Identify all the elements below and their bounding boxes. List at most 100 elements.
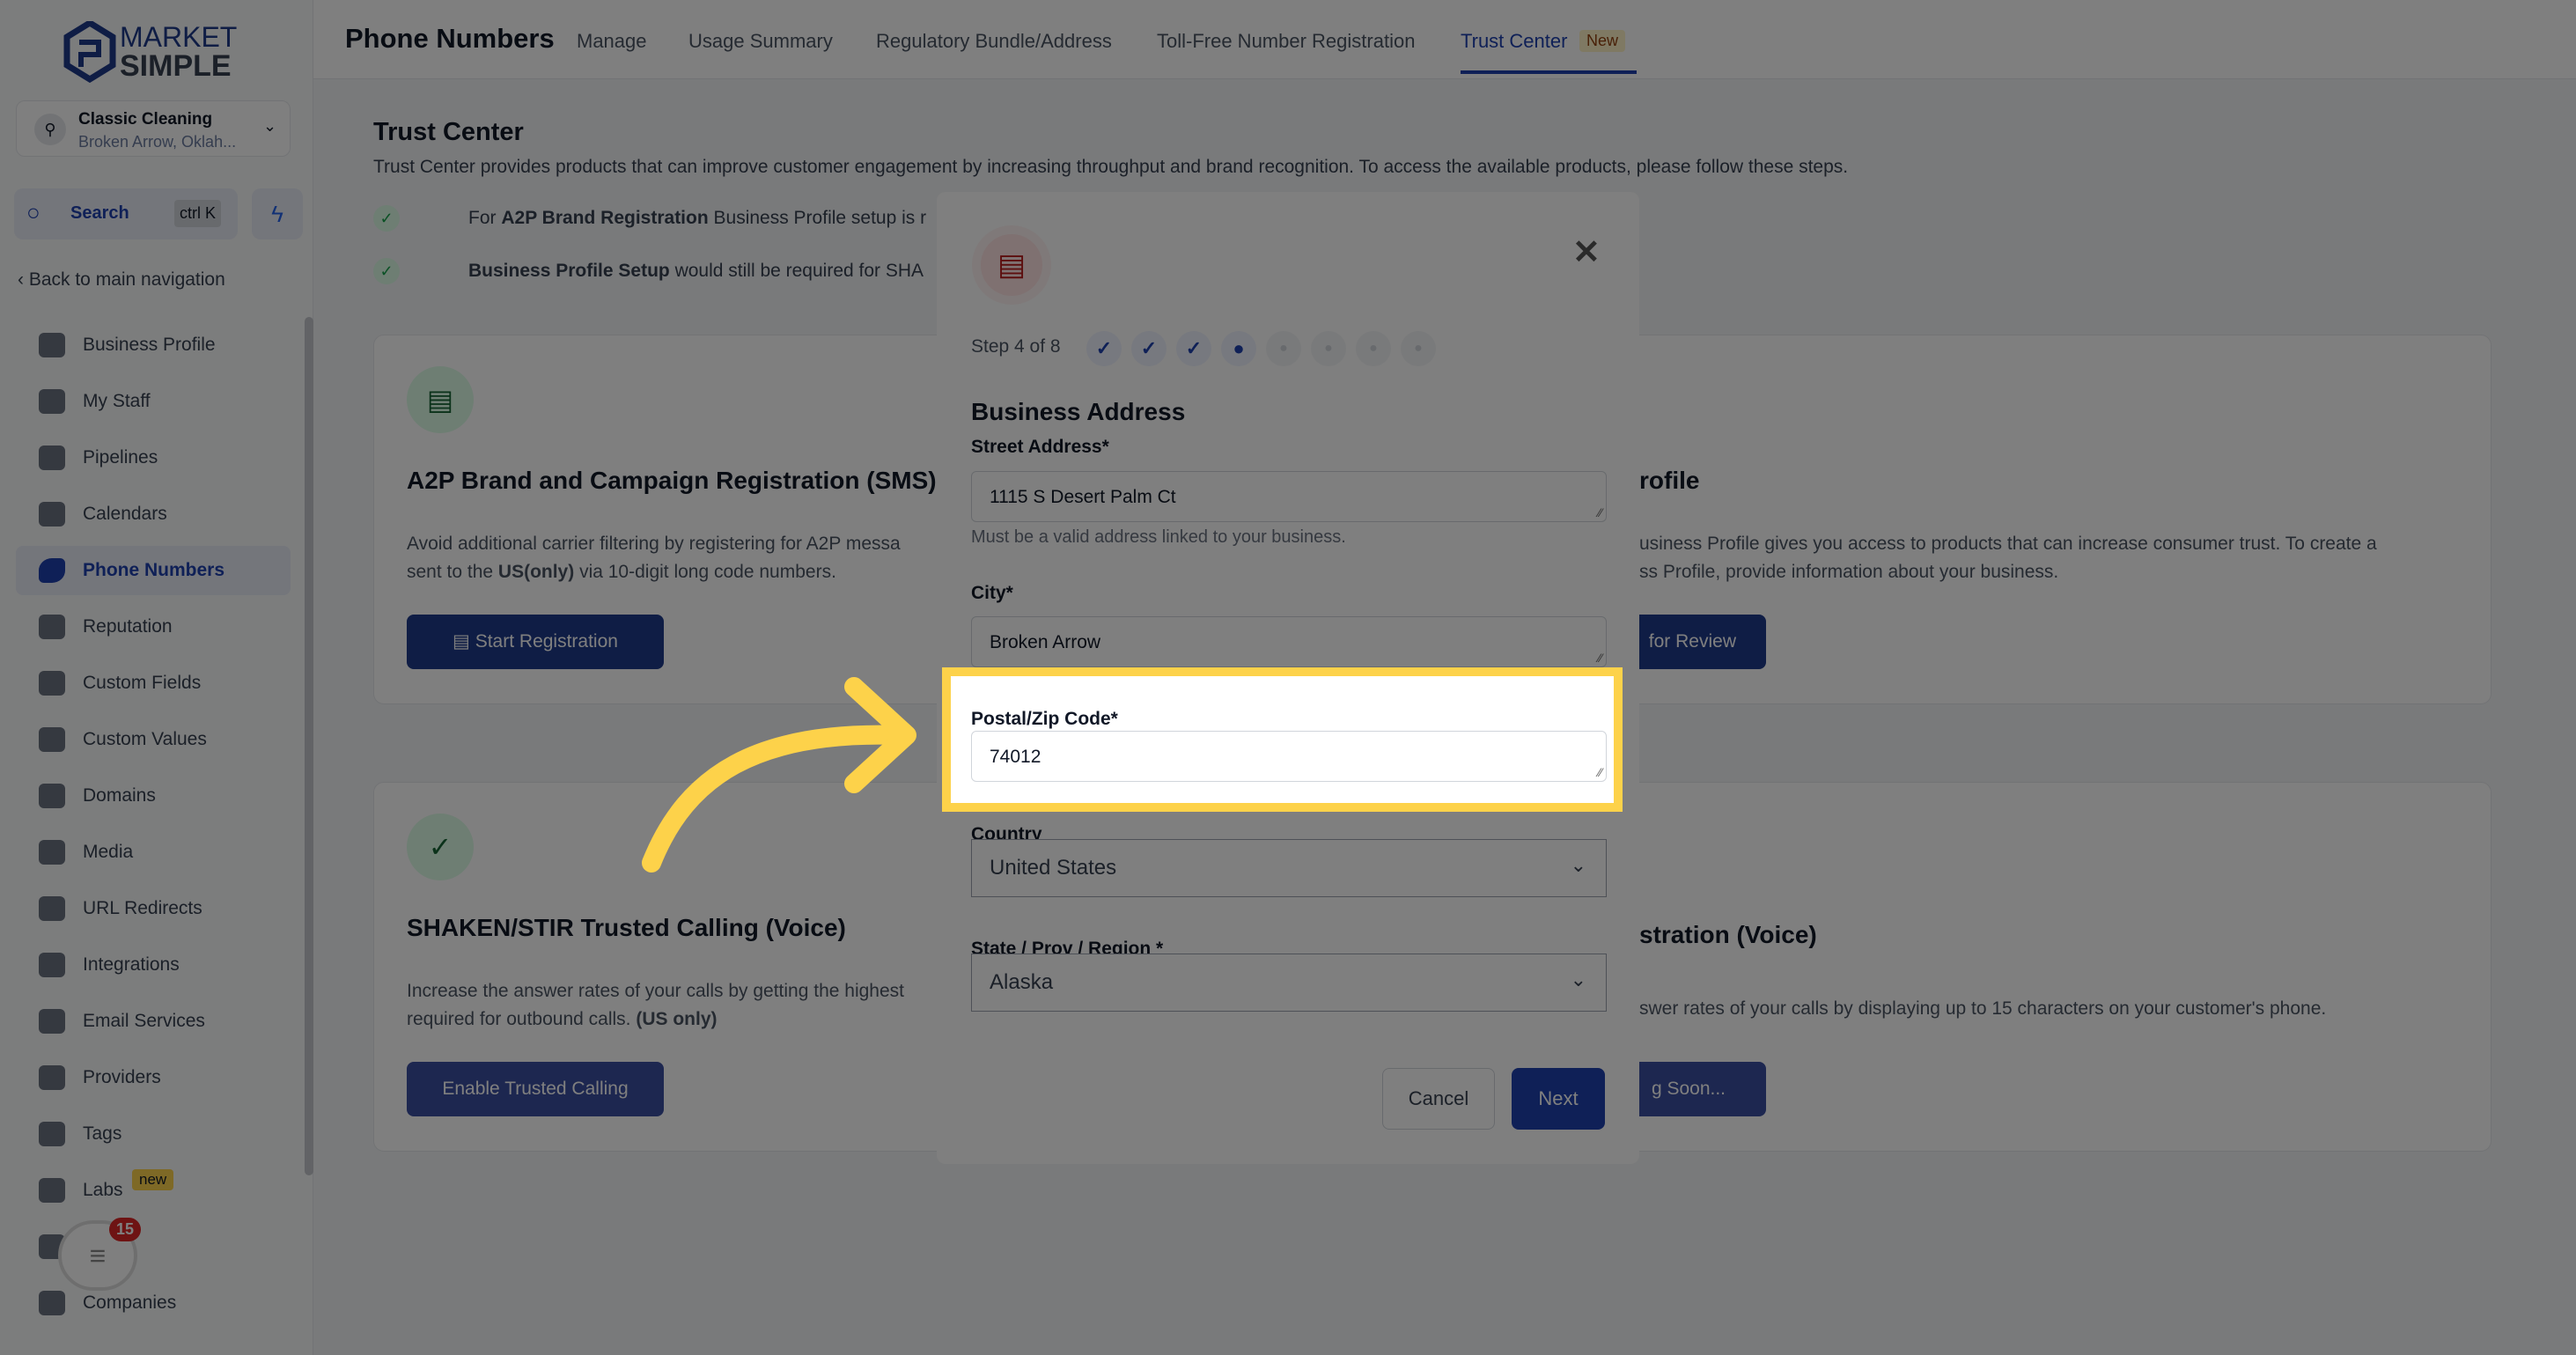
- sidebar-item-integrations[interactable]: Integrations: [16, 940, 291, 990]
- sidebar-item-phone-numbers[interactable]: Phone Numbers: [16, 546, 291, 595]
- shortcut-hint: ctrl K: [174, 200, 222, 227]
- pipelines-icon: [39, 446, 65, 470]
- chevron-down-icon: ⌄: [1570, 968, 1586, 990]
- sidebar-item-custom-fields[interactable]: Custom Fields: [16, 659, 291, 708]
- new-badge: New: [1579, 30, 1626, 52]
- business-profile-icon: [39, 333, 65, 357]
- reputation-icon: [39, 615, 65, 639]
- media-icon: [39, 840, 65, 865]
- sidebar: MARKET SIMPLE ⚲ Classic Cleaning Broken …: [0, 0, 313, 1355]
- cnam-card-text: swer rates of your calls by displaying u…: [1639, 998, 2327, 1019]
- step-pending-icon: ●: [1401, 331, 1436, 366]
- labs-icon: [39, 1178, 65, 1203]
- labs-new-badge: new: [132, 1169, 174, 1190]
- search-button[interactable]: ○ Search ctrl K: [14, 188, 238, 239]
- city-label: City*: [971, 583, 1013, 603]
- sidebar-item-custom-values[interactable]: Custom Values: [16, 715, 291, 764]
- next-button[interactable]: Next: [1512, 1068, 1605, 1130]
- a2p-card-title: A2P Brand and Campaign Registration (SMS…: [407, 467, 937, 494]
- tab-manage[interactable]: Manage: [577, 30, 647, 53]
- close-icon[interactable]: ✕: [1572, 232, 1601, 272]
- sidebar-item-my-staff[interactable]: My Staff: [16, 377, 291, 426]
- integrations-icon: [39, 953, 65, 977]
- postal-code-input[interactable]: 74012 ⁄⁄: [971, 731, 1607, 782]
- chat-icon: ≡: [89, 1240, 107, 1271]
- sidebar-item-tags[interactable]: Tags: [16, 1109, 291, 1159]
- trust-center-description: Trust Center provides products that can …: [373, 157, 1849, 177]
- enable-trusted-calling-button[interactable]: Enable Trusted Calling: [407, 1062, 664, 1116]
- sidebar-item-email-services[interactable]: Email Services: [16, 997, 291, 1046]
- chevron-down-icon: ⌄: [263, 117, 277, 135]
- highlight-box: Postal/Zip Code* 74012 ⁄⁄: [942, 667, 1623, 812]
- location-pin-icon: ⚲: [34, 114, 66, 145]
- shaken-stir-card-title: SHAKEN/STIR Trusted Calling (Voice): [407, 914, 846, 941]
- sidebar-item-logs[interactable]: Logs: [16, 1222, 291, 1271]
- annotation-arrow-icon: [642, 677, 916, 873]
- step-complete-icon: ✓: [1176, 331, 1211, 366]
- page-title: Phone Numbers: [345, 23, 555, 54]
- business-profile-card-title: rofile: [1639, 467, 1700, 494]
- chat-unread-badge: 15: [109, 1218, 142, 1241]
- shaken-stir-card-text: Increase the answer rates of your calls …: [407, 981, 904, 1029]
- step-pending-icon: ●: [1356, 331, 1391, 366]
- resize-handle-icon: ⁄⁄: [1598, 505, 1602, 519]
- step-current-icon: ●: [1221, 331, 1256, 366]
- sidebar-item-url-redirects[interactable]: URL Redirects: [16, 884, 291, 933]
- back-to-main-navigation[interactable]: ‹ Back to main navigation: [18, 269, 225, 291]
- phone-numbers-icon: [39, 558, 65, 583]
- shield-check-icon: ✓: [407, 814, 474, 880]
- quick-actions-bolt-icon[interactable]: ϟ: [252, 188, 303, 239]
- tab-usage-summary[interactable]: Usage Summary: [688, 30, 833, 53]
- cnam-card-title: stration (Voice): [1639, 921, 1817, 948]
- resize-handle-icon: ⁄⁄: [1598, 651, 1602, 665]
- sidebar-item-reputation[interactable]: Reputation: [16, 602, 291, 652]
- custom-fields-icon: [39, 671, 65, 696]
- location-name: Classic Cleaning: [78, 110, 213, 129]
- sidebar-item-providers[interactable]: Providers: [16, 1053, 291, 1102]
- chevron-down-icon: ⌄: [1570, 854, 1586, 876]
- trust-center-title: Trust Center: [373, 118, 524, 146]
- cancel-button[interactable]: Cancel: [1382, 1068, 1495, 1130]
- step-complete-icon: ✓: [1086, 331, 1122, 366]
- a2p-card-text: Avoid additional carrier filtering by re…: [407, 534, 901, 582]
- tags-icon: [39, 1122, 65, 1146]
- document-icon: ▤: [407, 366, 474, 433]
- domains-icon: [39, 784, 65, 808]
- step-complete-icon: ✓: [1131, 331, 1167, 366]
- sidebar-item-media[interactable]: Media: [16, 828, 291, 877]
- document-icon: ▤: [972, 225, 1051, 305]
- step-pending-icon: ●: [1311, 331, 1346, 366]
- street-address-input[interactable]: 1115 S Desert Palm Ct ⁄⁄: [971, 471, 1607, 522]
- companies-icon: [39, 1291, 65, 1315]
- email-services-icon: [39, 1009, 65, 1034]
- step-pending-icon: ●: [1266, 331, 1301, 366]
- tab-regulatory-bundle[interactable]: Regulatory Bundle/Address: [876, 30, 1112, 53]
- url-redirects-icon: [39, 896, 65, 921]
- search-icon: ○: [26, 199, 40, 225]
- active-tab-indicator: [1461, 70, 1637, 74]
- sidebar-item-business-profile[interactable]: Business Profile: [16, 320, 291, 370]
- sidebar-item-companies[interactable]: Companies: [16, 1278, 291, 1328]
- sidebar-item-calendars[interactable]: Calendars: [16, 490, 291, 539]
- state-select[interactable]: Alaska ⌄: [971, 954, 1607, 1012]
- sidebar-item-pipelines[interactable]: Pipelines: [16, 433, 291, 482]
- market-simple-logo: MARKET SIMPLE: [63, 18, 257, 84]
- postal-code-label: Postal/Zip Code*: [971, 709, 1118, 729]
- modal-heading: Business Address: [971, 398, 1186, 425]
- sidebar-scrollbar[interactable]: [305, 317, 313, 1175]
- sidebar-item-domains[interactable]: Domains: [16, 771, 291, 821]
- custom-values-icon: [39, 727, 65, 752]
- my-staff-icon: [39, 389, 65, 414]
- location-address: Broken Arrow, Oklah...: [78, 133, 237, 151]
- providers-icon: [39, 1065, 65, 1090]
- tab-trust-center[interactable]: Trust Center: [1461, 30, 1567, 53]
- tab-toll-free-registration[interactable]: Toll-Free Number Registration: [1157, 30, 1415, 53]
- city-input[interactable]: Broken Arrow ⁄⁄: [971, 616, 1607, 667]
- check-icon: ✓: [373, 205, 400, 232]
- step-indicator-text: Step 4 of 8: [971, 336, 1061, 357]
- location-switcher[interactable]: ⚲ Classic Cleaning Broken Arrow, Oklah..…: [16, 100, 291, 157]
- chevron-left-icon: ‹: [18, 269, 29, 290]
- country-select[interactable]: United States ⌄: [971, 839, 1607, 897]
- calendars-icon: [39, 502, 65, 527]
- resize-handle-icon: ⁄⁄: [1598, 765, 1602, 779]
